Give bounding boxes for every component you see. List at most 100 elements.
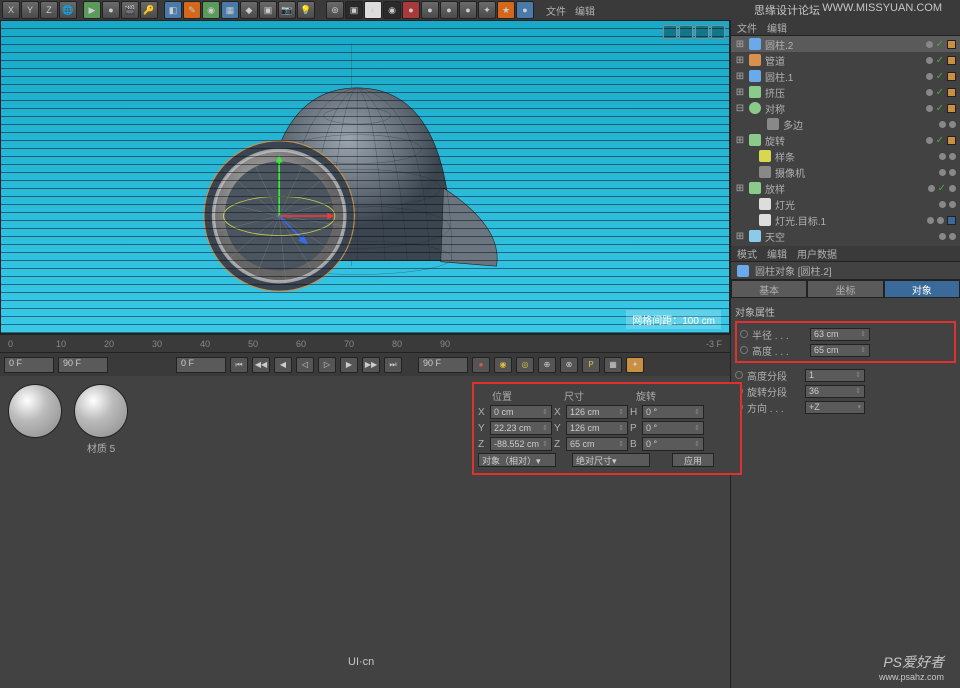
goto-start-icon[interactable]: ⏮ xyxy=(230,357,248,373)
tree-item[interactable]: 摄像机 xyxy=(731,164,960,180)
light-icon[interactable]: 💡 xyxy=(297,1,315,19)
tab-coord[interactable]: 坐标 xyxy=(807,280,883,298)
tree-item[interactable]: ⊞旋转✓ xyxy=(731,132,960,148)
axis-y-button[interactable]: Y xyxy=(21,1,39,19)
pos-x-field[interactable]: 0 cm⇕ xyxy=(490,405,552,419)
material-manager[interactable]: 材质 5 xyxy=(0,376,380,688)
right-panel: 文件 编辑 ⊞圆柱.2✓ ⊞管道✓ ⊞圆柱.1✓ ⊞挤压✓ ⊟对称✓ 多边 ⊞旋… xyxy=(730,20,960,688)
material-swatch[interactable] xyxy=(8,384,62,438)
coord-mode-select[interactable]: 对象（相对）▾ xyxy=(478,453,556,467)
height-field[interactable]: 65 cm⇕ xyxy=(810,344,870,357)
key-scale-icon[interactable]: ⊕ xyxy=(538,357,556,373)
tree-item[interactable]: 多边 xyxy=(731,116,960,132)
motion-icon[interactable]: ✦ xyxy=(626,357,644,373)
zoom-icon[interactable] xyxy=(679,25,693,39)
step-back-icon[interactable]: ◀◀ xyxy=(252,357,270,373)
menu-file[interactable]: 文件 xyxy=(737,20,757,35)
attr-menu-user[interactable]: 用户数据 xyxy=(797,246,837,261)
current-frame-field[interactable]: 0 F xyxy=(176,357,226,373)
size-mode-select[interactable]: 绝对尺寸▾ xyxy=(572,453,650,467)
globe-icon[interactable]: ● xyxy=(516,1,534,19)
play-forward-icon[interactable]: ▷ xyxy=(318,357,336,373)
nurbs-icon[interactable]: ◉ xyxy=(202,1,220,19)
next-frame-icon[interactable]: ▶ xyxy=(340,357,358,373)
pan-icon[interactable] xyxy=(663,25,677,39)
size-x-field[interactable]: 126 cm⇕ xyxy=(566,405,628,419)
axis-z-button[interactable]: Z xyxy=(40,1,58,19)
pen-icon[interactable]: ✎ xyxy=(183,1,201,19)
timeline[interactable]: 0 10 20 30 40 50 60 70 80 90 -3 F xyxy=(0,334,730,352)
key-rot-icon[interactable]: ⊗ xyxy=(560,357,578,373)
tab-basic[interactable]: 基本 xyxy=(731,280,807,298)
apply-button[interactable]: 应用 xyxy=(672,453,714,467)
rot-h-field[interactable]: 0 °⇕ xyxy=(642,405,704,419)
tree-item[interactable]: 样条 xyxy=(731,148,960,164)
hseg-field[interactable]: 1⇕ xyxy=(805,369,865,382)
play-icon[interactable]: ▶ xyxy=(83,1,101,19)
world-icon[interactable]: 🌐 xyxy=(59,1,77,19)
shade1-icon[interactable]: ● xyxy=(421,1,439,19)
maximize-icon[interactable] xyxy=(711,25,725,39)
start-frame-field[interactable]: 0 F xyxy=(4,357,54,373)
key-pos-icon[interactable]: ◎ xyxy=(516,357,534,373)
render-view-icon[interactable]: ⊚ xyxy=(326,1,344,19)
tree-item[interactable]: ⊞管道✓ xyxy=(731,52,960,68)
tick: 20 xyxy=(104,339,132,349)
record-icon[interactable]: ● xyxy=(102,1,120,19)
tab-object[interactable]: 对象 xyxy=(884,280,960,298)
axis-label: Z xyxy=(478,439,488,450)
key-icon[interactable]: 🔑 xyxy=(140,1,158,19)
cube-icon[interactable]: ◧ xyxy=(164,1,182,19)
camera-icon[interactable]: 📷 xyxy=(278,1,296,19)
environment-icon[interactable]: ▣ xyxy=(259,1,277,19)
tree-item[interactable]: ⊞放样✓ xyxy=(731,180,960,196)
key-param-icon[interactable]: P xyxy=(582,357,600,373)
size-y-field[interactable]: 126 cm⇕ xyxy=(566,421,628,435)
menu-edit[interactable]: 编辑 xyxy=(767,20,787,35)
tree-item[interactable]: 灯光.目标.1 xyxy=(731,212,960,228)
pos-y-field[interactable]: 22.23 cm⇕ xyxy=(490,421,552,435)
shade2-icon[interactable]: ● xyxy=(440,1,458,19)
star-icon[interactable]: ★ xyxy=(497,1,515,19)
tree-item[interactable]: 灯光 xyxy=(731,196,960,212)
material-swatch[interactable] xyxy=(74,384,128,438)
tree-item[interactable]: ⊞圆柱.2✓ xyxy=(731,36,960,52)
tree-item[interactable]: ⊞挤压✓ xyxy=(731,84,960,100)
tree-item[interactable]: ⊞天空 xyxy=(731,228,960,244)
autokey-icon[interactable]: ◉ xyxy=(494,357,512,373)
object-manager[interactable]: ⊞圆柱.2✓ ⊞管道✓ ⊞圆柱.1✓ ⊞挤压✓ ⊟对称✓ 多边 ⊞旋转✓ 样条 … xyxy=(731,36,960,246)
xyz-icon[interactable]: ✦ xyxy=(478,1,496,19)
attr-menu-edit[interactable]: 编辑 xyxy=(767,246,787,261)
play-back-icon[interactable]: ◁ xyxy=(296,357,314,373)
rot-p-field[interactable]: 0 °⇕ xyxy=(642,421,704,435)
axis-x-button[interactable]: X xyxy=(2,1,20,19)
viewport[interactable]: 网格间距：100 cm xyxy=(0,20,730,334)
tree-item[interactable]: ⊞圆柱.1✓ xyxy=(731,68,960,84)
render-region-icon[interactable]: ▣ xyxy=(345,1,363,19)
menu-file[interactable]: 文件 xyxy=(546,3,566,18)
clapper-icon[interactable]: 🎬 xyxy=(121,1,139,19)
key-pla-icon[interactable]: ▦ xyxy=(604,357,622,373)
array-icon[interactable]: ▦ xyxy=(221,1,239,19)
picture-viewer-icon[interactable]: ◉ xyxy=(383,1,401,19)
render-active-icon[interactable]: ◐ xyxy=(364,1,382,19)
step-forward-icon[interactable]: ▶▶ xyxy=(362,357,380,373)
prev-frame-icon[interactable]: ◀ xyxy=(274,357,292,373)
menu-edit[interactable]: 编辑 xyxy=(575,3,595,18)
shade3-icon[interactable]: ● xyxy=(459,1,477,19)
size-z-field[interactable]: 65 cm⇕ xyxy=(566,437,628,451)
record-key-icon[interactable]: ● xyxy=(472,357,490,373)
radius-field[interactable]: 63 cm⇕ xyxy=(810,328,870,341)
render-settings-icon[interactable]: ● xyxy=(402,1,420,19)
deformer-icon[interactable]: ◆ xyxy=(240,1,258,19)
attr-menu-mode[interactable]: 模式 xyxy=(737,246,757,261)
rot-b-field[interactable]: 0 °⇕ xyxy=(642,437,704,451)
tree-item[interactable]: ⊟对称✓ xyxy=(731,100,960,116)
goto-end-icon[interactable]: ⏭ xyxy=(384,357,402,373)
range-end-field[interactable]: 90 F xyxy=(418,357,468,373)
pos-z-field[interactable]: -88.552 cm⇕ xyxy=(490,437,552,451)
dir-select[interactable]: +Z▾ xyxy=(805,401,865,414)
end-frame-field[interactable]: 90 F xyxy=(58,357,108,373)
rseg-field[interactable]: 36⇕ xyxy=(805,385,865,398)
orbit-icon[interactable] xyxy=(695,25,709,39)
